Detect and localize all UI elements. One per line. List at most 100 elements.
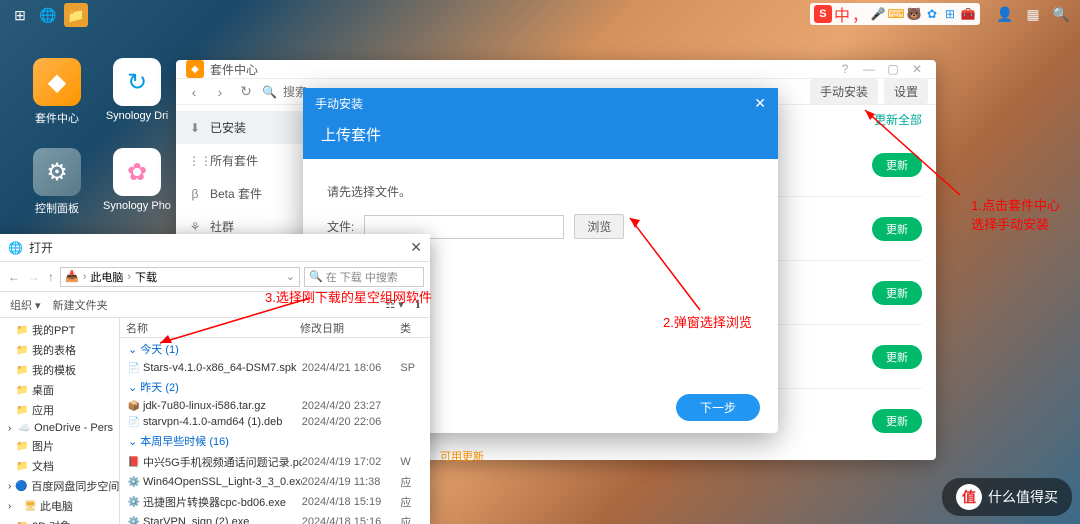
watermark-icon: 值: [956, 484, 982, 510]
ime-lang[interactable]: 中: [834, 2, 850, 26]
file-group[interactable]: ⌄ 今天 (1): [120, 338, 430, 360]
tree-item[interactable]: 📁桌面: [0, 380, 119, 400]
desktop-icon-control[interactable]: ⚙ 控制面板: [22, 148, 92, 216]
modal-title: 手动安装: [315, 95, 363, 112]
watermark: 值 什么值得买: [942, 478, 1072, 516]
globe-icon[interactable]: 🌐: [36, 3, 60, 27]
list-header[interactable]: 名称 修改日期 类: [120, 318, 430, 338]
tree-item[interactable]: 📁3D 对象: [0, 516, 119, 524]
minimize-icon[interactable]: —: [860, 62, 878, 76]
browse-button[interactable]: 浏览: [574, 214, 624, 239]
sidebar-item-beta[interactable]: βBeta 套件: [176, 177, 315, 210]
update-button[interactable]: 更新: [872, 217, 922, 241]
community-icon: ⚘: [188, 220, 202, 234]
maximize-icon[interactable]: ▢: [884, 62, 902, 76]
system-tray: 👤 ▦ 🔍: [988, 3, 1072, 25]
tree-item[interactable]: 📁我的PPT: [0, 320, 119, 340]
file-row[interactable]: 📦jdk-7u80-linux-i586.tar.gz2024/4/20 23:…: [120, 398, 430, 414]
next-button[interactable]: 下一步: [676, 394, 760, 421]
window-titlebar[interactable]: ◆ 套件中心 ? — ▢ ✕: [176, 60, 936, 79]
filemgr-icon[interactable]: 📁: [64, 3, 88, 27]
tree-item[interactable]: ›🖥此电脑: [0, 496, 119, 516]
desktop-icon-photos[interactable]: ✿ Synology Pho: [102, 148, 172, 212]
keyboard-icon[interactable]: ⌨: [888, 6, 904, 22]
update-button[interactable]: 更新: [872, 409, 922, 433]
modal-subtitle: 上传套件: [303, 118, 778, 159]
annotation-1: 1.点击套件中心 选择手动安装: [971, 195, 1060, 233]
chrome-icon: 🌐: [8, 241, 23, 255]
toolbox-icon[interactable]: 🧰: [960, 6, 976, 22]
robot-icon[interactable]: ✿: [924, 6, 940, 22]
file-list: 名称 修改日期 类 ⌄ 今天 (1)📄Stars-v4.1.0-x86_64-D…: [120, 318, 430, 524]
apps-icon[interactable]: ⊞: [8, 3, 32, 27]
file-row[interactable]: 📄starvpn-4.1.0-amd64 (1).deb2024/4/20 22…: [120, 414, 430, 430]
window-title: 套件中心: [210, 61, 258, 78]
tree-item[interactable]: 📁我的模板: [0, 360, 119, 380]
pkg-app-icon: ◆: [186, 60, 204, 78]
nav-forward-icon[interactable]: ›: [210, 84, 230, 100]
path-breadcrumb[interactable]: 📥 › 此电脑 › 下载 ⌄: [60, 267, 300, 287]
beta-icon: β: [188, 187, 202, 201]
dialog-toolbar: 组织 ▾ 新建文件夹 ☷ ▾ ℹ: [0, 292, 430, 318]
nav-back-icon[interactable]: ‹: [184, 84, 204, 100]
photos-icon: ✿: [113, 148, 161, 196]
close-icon[interactable]: ✕: [908, 62, 926, 76]
desktop-icon-pkgcenter[interactable]: ◆ 套件中心: [22, 58, 92, 126]
file-row[interactable]: 📕中兴5G手机视频通话问题记录.pdf2024/4/19 17:02W: [120, 452, 430, 472]
file-label: 文件:: [327, 218, 354, 235]
dialog-title: 打开: [29, 239, 53, 256]
update-button[interactable]: 更新: [872, 153, 922, 177]
tree-item[interactable]: ›🔵百度网盘同步空间: [0, 476, 119, 496]
modal-prompt: 请先选择文件。: [327, 183, 754, 200]
back-icon[interactable]: ←: [6, 270, 22, 284]
organize-button[interactable]: 组织 ▾: [10, 297, 41, 313]
pkg-icon: ◆: [33, 58, 81, 106]
user-icon[interactable]: 👤: [994, 3, 1016, 25]
tree-item[interactable]: 📁图片: [0, 436, 119, 456]
modal-header[interactable]: 手动安装 ✕: [303, 88, 778, 118]
modal-close-icon[interactable]: ✕: [754, 95, 766, 112]
file-row[interactable]: ⚙️迅捷图片转换器cpc-bd06.exe2024/4/18 15:19应: [120, 492, 430, 512]
dialog-close-icon[interactable]: ✕: [410, 239, 422, 256]
tree-item[interactable]: ›☁️OneDrive - Pers: [0, 420, 119, 436]
downloads-icon: 📥: [65, 270, 79, 283]
widgets-icon[interactable]: ▦: [1022, 3, 1044, 25]
folder-tree[interactable]: 📁我的PPT📁我的表格📁我的模板📁桌面📁应用›☁️OneDrive - Pers…: [0, 318, 120, 524]
view-icon[interactable]: ☷ ▾: [385, 298, 403, 311]
file-row[interactable]: 📄Stars-v4.1.0-x86_64-DSM7.spk2024/4/21 1…: [120, 360, 430, 376]
grid-icon[interactable]: ⊞: [942, 6, 958, 22]
desktop-icon-drive[interactable]: ↻ Synology Dri: [102, 58, 172, 122]
update-all-button[interactable]: 更新全部: [874, 111, 922, 128]
file-open-dialog: 🌐 打开 ✕ ← → ↑ 📥 › 此电脑 › 下载 ⌄ 🔍 在 下载 中搜索 组…: [0, 234, 430, 524]
manual-install-button[interactable]: 手动安装: [810, 79, 878, 104]
drive-icon: ↻: [113, 58, 161, 106]
sidebar-item-all[interactable]: ⋮⋮所有套件: [176, 144, 315, 177]
file-group[interactable]: ⌄ 昨天 (2): [120, 376, 430, 398]
sidebar-item-installed[interactable]: ⬇已安装: [176, 111, 315, 144]
search-icon[interactable]: 🔍: [1050, 3, 1072, 25]
up-icon[interactable]: ↑: [46, 270, 56, 284]
dialog-titlebar[interactable]: 🌐 打开 ✕: [0, 234, 430, 262]
help-icon[interactable]: ?: [836, 62, 854, 76]
forward-icon[interactable]: →: [26, 270, 42, 284]
emoji-icon[interactable]: 🐻: [906, 6, 922, 22]
new-folder-button[interactable]: 新建文件夹: [53, 297, 108, 313]
mic-icon[interactable]: 🎤: [870, 6, 886, 22]
ime-badge[interactable]: S: [814, 5, 832, 23]
update-button[interactable]: 更新: [872, 345, 922, 369]
info-icon[interactable]: ℹ: [416, 298, 420, 311]
file-group[interactable]: ⌄ 本周早些时候 (16): [120, 430, 430, 452]
file-row[interactable]: ⚙️Win64OpenSSL_Light-3_3_0.exe2024/4/19 …: [120, 472, 430, 492]
settings-button[interactable]: 设置: [884, 79, 928, 104]
dialog-search[interactable]: 🔍 在 下载 中搜索: [304, 267, 424, 287]
search-icon: 🔍: [262, 85, 277, 99]
ime-bar: S 中 ， 🎤 ⌨ 🐻 ✿ ⊞ 🧰: [810, 3, 980, 25]
tree-item[interactable]: 📁我的表格: [0, 340, 119, 360]
nav-reload-icon[interactable]: ↻: [236, 83, 256, 100]
update-button[interactable]: 更新: [872, 281, 922, 305]
grid-icon: ⋮⋮: [188, 154, 202, 168]
tree-item[interactable]: 📁文档: [0, 456, 119, 476]
control-icon: ⚙: [33, 148, 81, 196]
file-row[interactable]: ⚙️StarVPN_sign (2).exe2024/4/18 15:16应: [120, 512, 430, 524]
tree-item[interactable]: 📁应用: [0, 400, 119, 420]
